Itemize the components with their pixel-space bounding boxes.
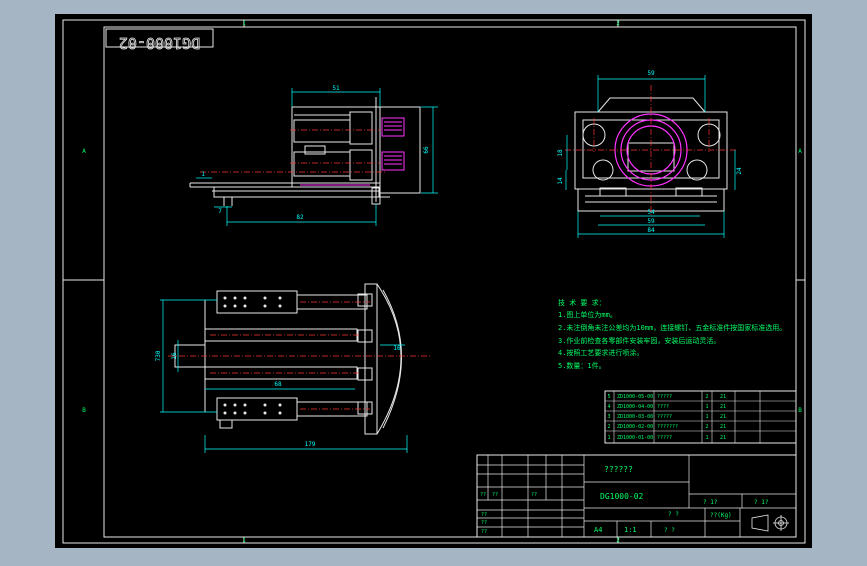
bom-qty: 1 bbox=[705, 414, 708, 420]
bom-row: 1 ZD1000-01-00 ????? 1 21 bbox=[607, 435, 726, 441]
bom-name: ???? bbox=[657, 404, 669, 410]
zone-label-right-b: B bbox=[798, 407, 802, 414]
title-cell-a: ? ? bbox=[668, 511, 679, 518]
bom-mat: 21 bbox=[720, 414, 726, 420]
bom-code: ZD1000-04-00 bbox=[617, 404, 653, 410]
bom-name: ????? bbox=[657, 435, 672, 441]
zone-label-top-1: 1 bbox=[242, 20, 246, 27]
notes-line: 5.数量：1件。 bbox=[558, 361, 606, 370]
title-project: ?????? bbox=[604, 465, 633, 474]
dim-plan-height-outer: 730 bbox=[155, 350, 162, 361]
dim-side-length: 82 bbox=[296, 214, 304, 221]
dim-front-h1: 18 bbox=[557, 149, 564, 157]
cad-drawing[interactable]: 1 2 1 2 A B A B DG1000-02 51 66 82 1 7 5… bbox=[0, 0, 867, 562]
bom-code: ZD1000-03-00 bbox=[617, 414, 653, 420]
title-weight-label: ??(Kg) bbox=[710, 512, 732, 519]
bom-row: 5 ZD1000-05-00 ????? 2 21 bbox=[607, 394, 726, 400]
bom-code: ZD1000-01-00 bbox=[617, 435, 653, 441]
title-row-label: ?? bbox=[480, 492, 486, 498]
zone-label-right-a: A bbox=[798, 148, 802, 155]
title-sheet-b: ? 1? bbox=[754, 499, 769, 506]
bom-name: ????? bbox=[657, 414, 672, 420]
notes-line: 3.作业前检查各零部件安装牢固，安装后运动灵活。 bbox=[558, 336, 720, 345]
bom-mat: 21 bbox=[720, 435, 726, 441]
title-row-label: ?? bbox=[531, 492, 537, 498]
zone-label-top-2: 2 bbox=[616, 20, 620, 27]
bom-row: 3 ZD1000-03-00 ????? 1 21 bbox=[607, 414, 726, 420]
bom-qty: 1 bbox=[705, 435, 708, 441]
dim-plan-radius: 16 bbox=[393, 345, 401, 352]
title-row-label: ?? bbox=[481, 529, 487, 535]
notes-line: 4.按照工艺要求进行喷涂。 bbox=[558, 348, 643, 357]
bom-mat: 21 bbox=[720, 394, 726, 400]
title-row-label: ?? bbox=[492, 492, 498, 498]
dim-plan-height-inner: 16 bbox=[171, 352, 178, 360]
dim-front-w2: 59 bbox=[647, 218, 655, 225]
title-row-label: ?? bbox=[481, 512, 487, 518]
bom-qty: 2 bbox=[705, 424, 708, 430]
bom-code: ZD1000-05-00 bbox=[617, 394, 653, 400]
bom-name: ????? bbox=[657, 394, 672, 400]
zone-label-bottom-1: 1 bbox=[242, 537, 246, 544]
stamp-text: DG1000-02 bbox=[119, 34, 200, 52]
title-drawing-no: DG1000-02 bbox=[600, 492, 644, 501]
bom-code: ZD1000-02-00 bbox=[617, 424, 653, 430]
notes-line: 2.未注倒角未注公差均为10mm，连接螺钉、五金标准件按国家标准选用。 bbox=[558, 323, 786, 332]
notes-title: 技 术 要 求： bbox=[558, 298, 606, 307]
dim-side-offset: 7 bbox=[218, 208, 222, 215]
dim-side-height: 66 bbox=[423, 146, 430, 154]
cad-viewport[interactable]: 1 2 1 2 A B A B DG1000-02 51 66 82 1 7 5… bbox=[0, 0, 867, 562]
title-row-label: ?? bbox=[481, 520, 487, 526]
bom-no: 4 bbox=[607, 404, 610, 410]
dim-front-h2: 14 bbox=[557, 177, 564, 185]
zone-label-bottom-2: 2 bbox=[616, 537, 620, 544]
dim-plan-length: 179 bbox=[305, 441, 316, 448]
title-cell-b: ? ? bbox=[664, 527, 675, 534]
bom-no: 5 bbox=[607, 394, 610, 400]
bom-no: 3 bbox=[607, 414, 610, 420]
dim-front-h3: 24 bbox=[736, 167, 743, 175]
bom-mat: 21 bbox=[720, 404, 726, 410]
drawing-sheet bbox=[55, 14, 812, 548]
bom-no: 2 bbox=[607, 424, 610, 430]
bom-mat: 21 bbox=[720, 424, 726, 430]
title-sheet-a: ? 1? bbox=[703, 499, 718, 506]
bom-qty: 1 bbox=[705, 404, 708, 410]
bom-qty: 2 bbox=[705, 394, 708, 400]
zone-label-left-b: B bbox=[82, 407, 86, 414]
title-size: A4 bbox=[594, 526, 602, 534]
dim-front-w3: 84 bbox=[647, 227, 655, 234]
notes-line: 1.图上单位为mm。 bbox=[558, 310, 617, 319]
bom-row: 4 ZD1000-04-00 ???? 1 21 bbox=[607, 404, 726, 410]
dim-side-small: 1 bbox=[201, 171, 205, 178]
title-scale: 1:1 bbox=[624, 526, 637, 534]
dim-plan-width-inner: 68 bbox=[274, 381, 282, 388]
dim-front-top-width: 59 bbox=[647, 70, 655, 77]
dim-front-w1: 54 bbox=[647, 209, 655, 216]
bom-name: ??????? bbox=[657, 424, 678, 430]
bom-row: 2 ZD1000-02-00 ??????? 2 21 bbox=[607, 424, 726, 430]
bom-no: 1 bbox=[607, 435, 610, 441]
dim-side-top-width: 51 bbox=[332, 85, 340, 92]
zone-label-left-a: A bbox=[82, 148, 86, 155]
